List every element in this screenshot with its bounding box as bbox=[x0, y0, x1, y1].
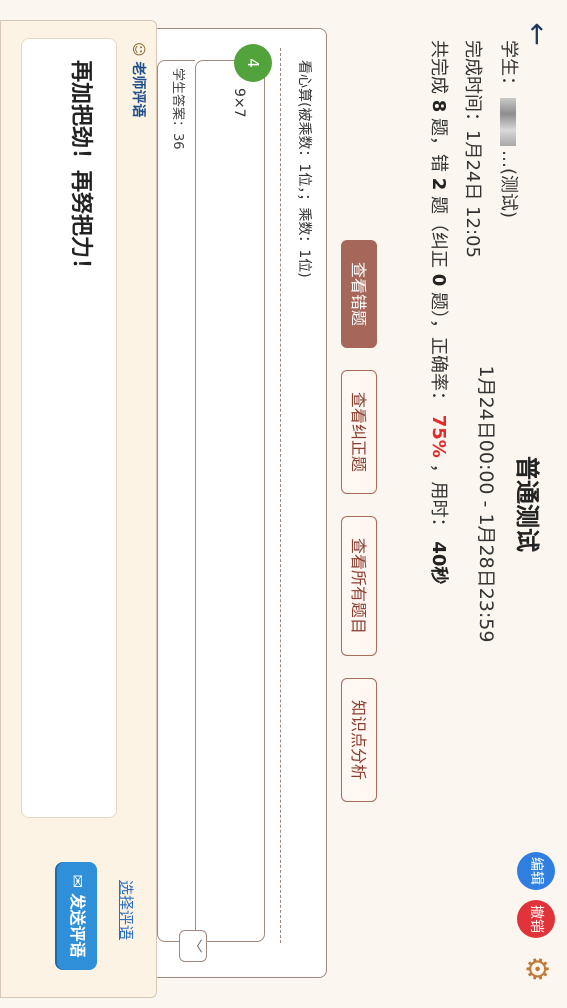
gear-icon[interactable]: ⚙ bbox=[517, 950, 555, 988]
tab-wrong-questions[interactable]: 查看错题 bbox=[341, 240, 377, 348]
accuracy-value: 75% bbox=[428, 414, 449, 458]
chevron-down-icon[interactable]: ﹀ bbox=[179, 930, 207, 962]
time-used: 40秒 bbox=[428, 541, 449, 585]
question-type-header: 看心算(被乘数：1位，；乘数：1位) bbox=[296, 60, 312, 278]
choose-comment-link[interactable]: 选择评语 bbox=[116, 880, 137, 940]
revoke-button[interactable]: 撤销 bbox=[517, 900, 555, 938]
tab-all-questions[interactable]: 查看所有题目 bbox=[341, 516, 377, 656]
finish-time: 完成时间：1月24日 12:05 bbox=[462, 40, 483, 258]
question-card bbox=[195, 60, 265, 942]
mail-icon: ✉ bbox=[68, 874, 87, 888]
comment-text: 再加把劲！再努把力！ bbox=[68, 60, 93, 281]
send-comment-button[interactable]: ✉ 发送评语 bbox=[57, 862, 97, 970]
question-text: 9×7 bbox=[231, 88, 247, 118]
tab-knowledge-analysis[interactable]: 知识点分析 bbox=[341, 678, 377, 802]
edit-button[interactable]: 编辑 bbox=[517, 852, 555, 890]
question-number-badge: 4 bbox=[234, 44, 272, 82]
teacher-comment-label: ☺ 老师评语 bbox=[130, 42, 146, 118]
tab-corrected-questions[interactable]: 查看纠正题 bbox=[341, 370, 377, 494]
summary-line: 共完成 8 题，错 2 题（纠正 0 题），正确率： 75% ，用时： 40秒 bbox=[428, 40, 449, 585]
divider bbox=[280, 48, 281, 943]
student-name-blur bbox=[500, 98, 516, 146]
student-line: 学生：…(测试) bbox=[498, 40, 519, 219]
student-answer: 学生答案：36 bbox=[170, 68, 185, 150]
teacher-icon: ☺ bbox=[130, 42, 146, 57]
answer-row bbox=[157, 60, 195, 942]
